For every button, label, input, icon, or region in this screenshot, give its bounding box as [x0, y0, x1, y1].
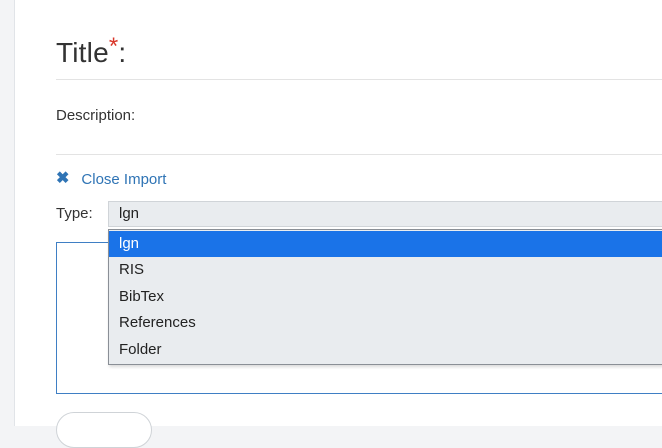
title-divider: [56, 79, 662, 80]
type-select[interactable]: lgn: [108, 201, 662, 227]
title-suffix: :: [118, 37, 127, 68]
form-panel: Title*: Description: ✖ Close Import Type…: [14, 0, 662, 448]
type-option-bibtex[interactable]: BibTex: [109, 284, 662, 310]
type-option-ris[interactable]: RIS: [109, 257, 662, 283]
close-icon: ✖: [56, 170, 70, 187]
close-import-label: Close Import: [81, 170, 167, 188]
description-label: Description:: [56, 107, 136, 124]
type-select-value: lgn: [119, 205, 140, 222]
required-marker: *: [108, 33, 119, 60]
type-option-folder[interactable]: Folder: [109, 337, 662, 363]
close-import-link[interactable]: ✖ Close Import: [56, 170, 166, 188]
type-dropdown-list: lgn RIS BibTex References Folder: [108, 229, 662, 365]
description-divider: [56, 154, 662, 155]
bottom-button[interactable]: [56, 412, 152, 448]
title-label: Title*:: [56, 33, 127, 69]
title-text: Title: [56, 37, 109, 68]
type-label: Type:: [56, 205, 93, 222]
type-option-references[interactable]: References: [109, 310, 662, 336]
type-option-lgn[interactable]: lgn: [109, 231, 662, 258]
